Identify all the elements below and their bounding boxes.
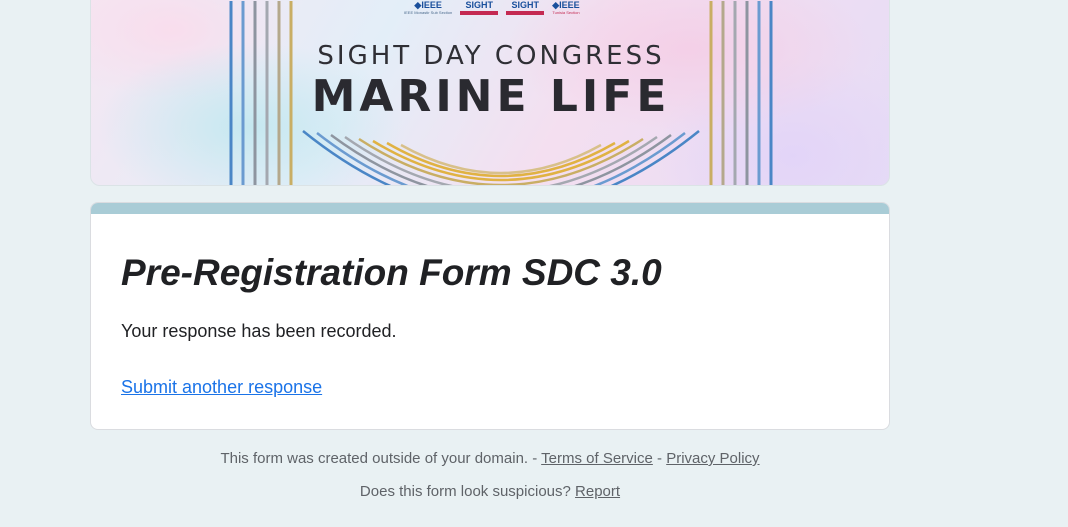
response-recorded-message: Your response has been recorded. [121,321,397,341]
banner-theme-text: MARINE LIFE [311,71,671,122]
terms-of-service-link[interactable]: Terms of Service [541,450,653,467]
footer-separator: - [657,450,663,467]
sponsor-logos: ◆IEEE IEEE Monastir Sub Section SIGHT SI… [404,1,580,15]
confirmation-card: Pre-Registration Form SDC 3.0 Your respo… [90,202,890,430]
domain-notice-text: This form was created outside of your do… [220,450,538,467]
form-title: Pre-Registration Form SDC 3.0 [121,252,662,293]
ieee-monastir-logo: ◆IEEE IEEE Monastir Sub Section [404,0,453,16]
footer-report-line: Does this form look suspicious? Report [90,483,890,500]
card-accent-bar [91,203,889,214]
form-confirmation-page: ◆IEEE IEEE Monastir Sub Section SIGHT SI… [0,0,1068,527]
sight-logo-1: SIGHT [460,1,499,15]
report-link[interactable]: Report [575,483,620,500]
privacy-policy-link[interactable]: Privacy Policy [666,450,759,467]
submit-another-response-link[interactable]: Submit another response [121,377,322,398]
banner-congress-text: SIGHT DAY CONGRESS [317,41,665,71]
sight-logo-2: SIGHT [506,1,545,15]
header-banner-image: ◆IEEE IEEE Monastir Sub Section SIGHT SI… [90,0,890,186]
suspicious-question-text: Does this form look suspicious? [359,483,571,500]
ieee-tunisia-logo: ◆IEEE Tunisia Section [552,0,580,16]
footer-domain-notice: This form was created outside of your do… [90,450,890,467]
